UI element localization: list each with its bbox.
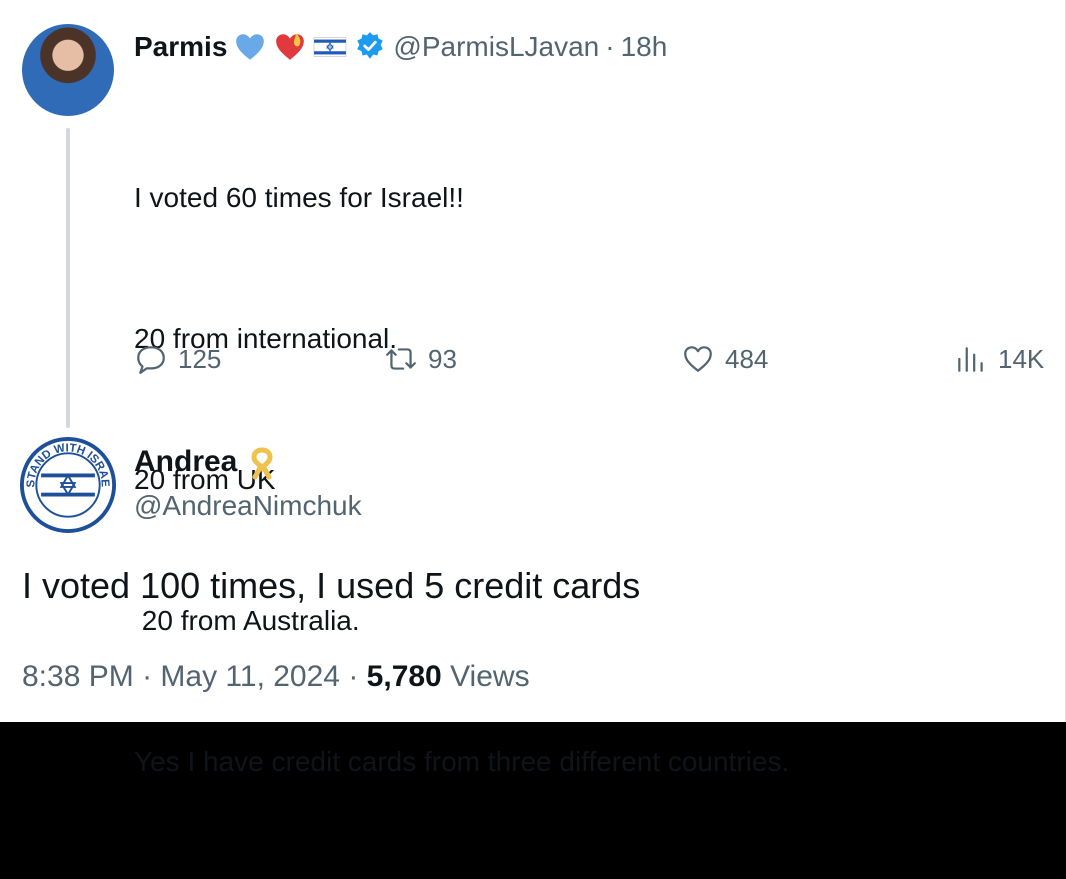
like-count: 484	[725, 343, 769, 374]
tweet2-footer: 8:38 PM · May 11, 2024 · 5,780 Views	[22, 660, 530, 694]
tweet1-header: Parmis @ParmisLJavan · 18h	[134, 30, 667, 64]
yellow-ribbon-icon	[251, 447, 273, 480]
separator-dot: ·	[605, 31, 615, 62]
repost-icon	[386, 348, 416, 370]
tweet-screenshot-card: Parmis @ParmisLJavan · 18h I voted 60 ti…	[0, 0, 1066, 777]
tweet1-line-1: I voted 60 times for Israel!!	[134, 182, 464, 213]
tweet1-metrics: 125 93 484 14K	[134, 342, 1054, 382]
andrea-avatar[interactable]: I STAND WITH ISRAEL	[20, 437, 116, 533]
repost-count: 93	[428, 343, 457, 374]
reply-count: 125	[178, 343, 222, 374]
tweet1-time[interactable]: 18h	[621, 31, 668, 63]
tweet2-separator-1: ·	[142, 660, 153, 693]
tweet2-handle[interactable]: @AndreaNimchuk	[134, 490, 362, 522]
like-button[interactable]: 484	[681, 342, 768, 376]
verified-badge-icon	[353, 30, 387, 64]
tweet1-display-name[interactable]: Parmis	[134, 31, 227, 63]
tweet2-date[interactable]: May 11, 2024	[160, 660, 340, 693]
heart-on-fire-icon	[273, 30, 307, 64]
blue-heart-icon	[233, 30, 267, 64]
reply-button[interactable]: 125	[134, 342, 221, 376]
tweet2-display-name-row: Andrea	[134, 444, 277, 480]
tweet2-time[interactable]: 8:38 PM	[22, 660, 134, 693]
tweet2-separator-2: ·	[348, 660, 359, 693]
tweet2-views-label: Views	[450, 660, 530, 693]
repost-button[interactable]: 93	[384, 342, 457, 376]
tweet1-handle[interactable]: @ParmisLJavan	[393, 31, 599, 63]
views-button[interactable]: 14K	[954, 342, 1044, 376]
tweet2-text: I voted 100 times, I used 5 credit cards	[22, 565, 641, 606]
tweet1-line-5: Yes I have credit cards from three diffe…	[134, 746, 790, 777]
tweet2-display-name[interactable]: Andrea	[134, 445, 237, 479]
views-count: 14K	[998, 343, 1045, 374]
views-chart-icon	[958, 347, 983, 372]
tweet2-views-count: 5,780	[366, 660, 442, 693]
israel-flag-icon	[313, 30, 347, 64]
heart-icon	[684, 346, 712, 372]
parmis-avatar[interactable]	[22, 24, 114, 116]
reply-icon	[137, 346, 165, 374]
thread-line	[66, 128, 70, 428]
